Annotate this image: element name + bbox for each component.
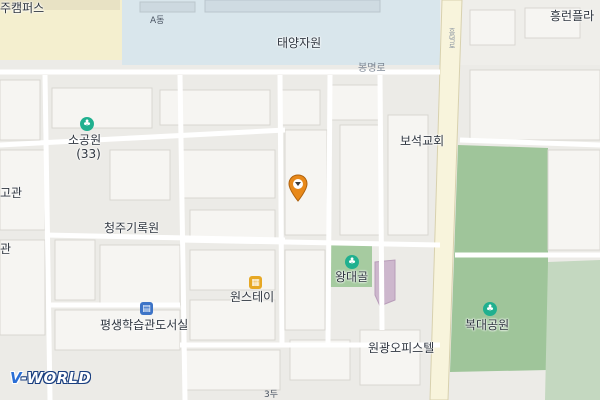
sogongwon-label: 소공원 (33) <box>68 133 102 162</box>
vworld-logo-v: V <box>10 369 21 387</box>
bokdae-park-label: 복대공원 <box>465 318 510 332</box>
one-stay-label: 원스테이 <box>230 290 275 304</box>
book-icon[interactable]: ▤ <box>140 302 153 315</box>
boseok-church-label: 보석교회 <box>400 134 445 148</box>
building-a-label: A동 <box>150 16 165 26</box>
library-label: 평생학습관도서실 <box>100 318 189 332</box>
vworld-logo[interactable]: V-WORLD <box>10 369 91 387</box>
bottom-fragment-label: 3두 <box>264 390 279 400</box>
wangdaegol-label: 왕대골 <box>335 270 369 284</box>
sogongwon-name: 소공원 <box>68 133 102 147</box>
heungdeok-road-label: 흥덕로 <box>448 28 457 49</box>
vworld-logo-text: -WORLD <box>20 369 92 387</box>
taeyang-label: 태양자원 <box>277 36 322 50</box>
tree-icon[interactable]: ♣ <box>483 302 497 316</box>
bokdae-park-area <box>450 145 548 372</box>
hotel-icon[interactable]: ▦ <box>249 276 262 289</box>
school-fragment-label: 고관 <box>0 186 23 200</box>
sogongwon-number: (33) <box>76 146 101 161</box>
gwan-fragment-label: 관 <box>0 242 12 256</box>
wongwang-officetel-label: 원광오피스텔 <box>368 341 435 355</box>
campus-label: 주캠퍼스 <box>0 1 45 15</box>
tree-icon[interactable]: ♣ <box>345 255 359 269</box>
officetel-building <box>374 259 396 307</box>
bongmyeong-road-label: 봉명로 <box>358 63 386 74</box>
location-pin-icon[interactable] <box>288 174 308 202</box>
tree-icon[interactable]: ♣ <box>80 117 94 131</box>
heungreon-label: 흥런플라 <box>550 9 595 23</box>
map-canvas[interactable]: 주캠퍼스 A동 태양자원 봉명로 흥덕로 흥런플라 ♣ 소공원 (33) 보석교… <box>0 0 600 400</box>
cheongju-records-label: 청주기록원 <box>104 221 160 235</box>
